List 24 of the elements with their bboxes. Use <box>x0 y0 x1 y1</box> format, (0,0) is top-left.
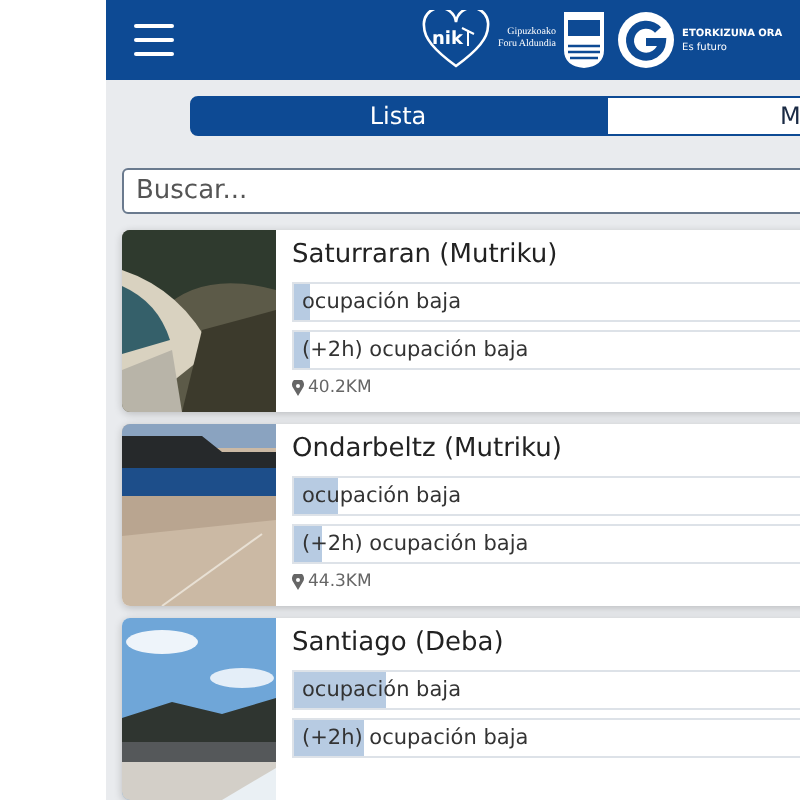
view-tab[interactable]: Lista <box>190 96 606 136</box>
distance-text: 44.3KM <box>308 572 372 592</box>
heart-logo-icon <box>422 10 490 70</box>
beach-name: Santiago (Deba) <box>292 626 506 662</box>
location-pin-icon <box>292 574 304 590</box>
distance-text: 40.2KM <box>308 378 372 398</box>
occupancy-label: ocupación baja <box>300 290 462 314</box>
occupancy-label: ocupación baja <box>300 484 462 508</box>
beach-name: Saturraran (Mutriku) <box>292 238 560 274</box>
occupancy-label: (+2h) ocupación baja <box>300 338 529 362</box>
beach-card[interactable]: Santiago (Deba) ocupación baja (+2h) ocupación baja <box>122 618 800 800</box>
occupancy-label: (+2h) ocupación baja <box>300 532 529 556</box>
location-pin-icon <box>292 380 304 396</box>
occupancy-label: (+2h) ocupación baja <box>300 726 529 750</box>
search-field[interactable]: Buscar... <box>122 167 800 214</box>
circle-logo-icon <box>616 10 677 70</box>
beach-card[interactable]: Ondarbeltz (Mutriku) ocupación baja (+2h) ocupación baja 44.3KM <box>122 424 800 606</box>
view-tab[interactable]: M <box>606 96 800 136</box>
beach-card[interactable]: Saturraran (Mutriku) ocupación baja (+2h) ocupación baja 40.2KM <box>122 230 800 412</box>
menu-button[interactable] <box>134 24 174 56</box>
shield-icon <box>562 10 607 70</box>
beach-name: Ondarbeltz (Mutriku) <box>292 432 564 468</box>
occupancy-label: ocupación baja <box>300 678 462 702</box>
nik-logo-text: nik <box>430 30 463 50</box>
